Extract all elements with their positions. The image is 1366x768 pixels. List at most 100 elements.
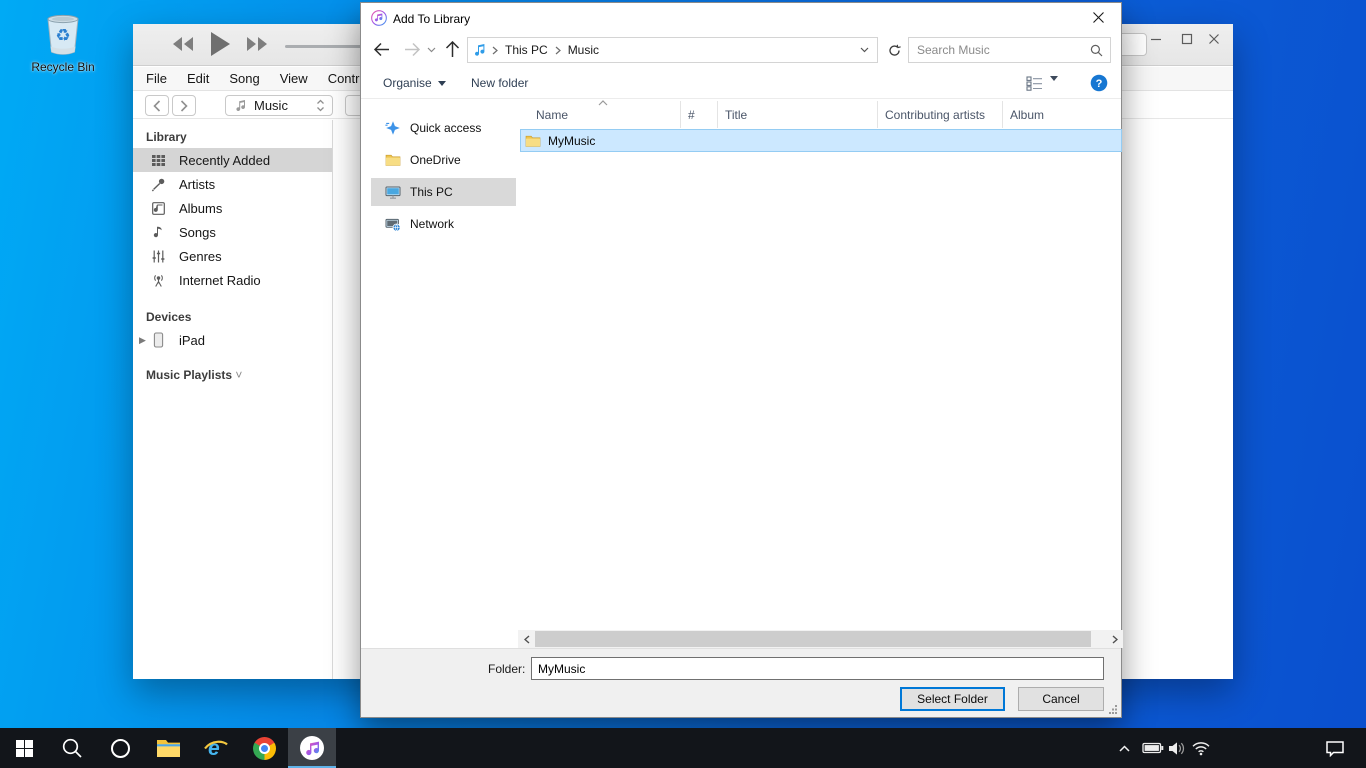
nav-item-label: Quick access [410, 121, 481, 135]
sidebar-item-label: iPad [179, 333, 205, 348]
expander-icon[interactable]: ▶ [139, 335, 146, 346]
forward-button[interactable] [404, 42, 421, 57]
itunes-minimize-button[interactable] [1145, 30, 1167, 48]
column-header-number[interactable]: # [681, 101, 718, 128]
fast-forward-button[interactable] [245, 35, 269, 53]
recycle-bin-desktop-icon[interactable]: ♻ Recycle Bin [24, 10, 102, 74]
start-button[interactable] [0, 728, 48, 768]
itunes-app-icon [371, 10, 387, 26]
search-input[interactable] [915, 39, 1083, 61]
ipad-icon [150, 332, 167, 348]
search-icon[interactable] [1090, 44, 1103, 57]
nav-item-onedrive[interactable]: OneDrive [361, 144, 518, 176]
internet-explorer-button[interactable]: e [192, 728, 240, 768]
album-icon [150, 201, 167, 216]
sidebar-playlists-header[interactable]: Music Playlists ˅ [133, 364, 332, 386]
resize-grip[interactable] [1108, 704, 1118, 714]
address-dropdown-chevron-icon[interactable] [860, 47, 869, 53]
up-button[interactable] [445, 41, 460, 58]
dialog-title-bar[interactable]: Add To Library [361, 3, 1121, 33]
itunes-forward-button[interactable] [172, 95, 196, 116]
star-icon [385, 120, 401, 136]
sort-ascending-icon [598, 100, 608, 106]
search-box [908, 37, 1111, 63]
file-row-mymusic[interactable]: MyMusic [520, 129, 1122, 152]
volume-icon[interactable] [1164, 728, 1190, 768]
sidebar-item-genres[interactable]: Genres [133, 244, 332, 268]
itunes-taskbar-button[interactable] [288, 728, 336, 768]
rewind-button[interactable] [171, 35, 195, 53]
network-icon [385, 217, 401, 232]
sidebar-library-header: Library [133, 126, 332, 148]
menu-edit[interactable]: Edit [187, 71, 209, 86]
dialog-close-button[interactable] [1076, 3, 1121, 32]
media-kind-select[interactable]: Music [225, 95, 333, 116]
battery-icon[interactable] [1140, 728, 1166, 768]
column-header-title[interactable]: Title [718, 101, 878, 128]
scroll-right-arrow[interactable] [1106, 630, 1123, 648]
internet-explorer-icon: e [203, 735, 229, 761]
sidebar-item-albums[interactable]: Albums [133, 196, 332, 220]
nav-item-this-pc[interactable]: This PC [361, 176, 518, 208]
column-header-contributing-artists[interactable]: Contributing artists [878, 101, 1003, 128]
file-name: MyMusic [548, 134, 595, 148]
itunes-maximize-button[interactable] [1176, 30, 1198, 48]
music-note-icon [150, 225, 167, 240]
sidebar-item-label: Genres [179, 249, 222, 264]
tray-chevron-up-icon[interactable] [1110, 728, 1138, 768]
monitor-icon [385, 185, 401, 200]
select-folder-button[interactable]: Select Folder [900, 687, 1005, 711]
sidebar-item-label: Albums [179, 201, 222, 216]
music-note-icon [474, 43, 485, 57]
sidebar-item-recently-added[interactable]: Recently Added [133, 148, 332, 172]
dialog-nav-pane: Quick access OneDrive This PC Network [361, 99, 518, 629]
dialog-address-row: This PC Music [361, 33, 1121, 67]
sidebar-item-songs[interactable]: Songs [133, 220, 332, 244]
nav-item-network[interactable]: Network [361, 208, 518, 240]
refresh-button[interactable] [882, 37, 906, 63]
sidebar-item-internet-radio[interactable]: Internet Radio [133, 268, 332, 292]
itunes-app-icon [300, 736, 324, 760]
nav-item-quick-access[interactable]: Quick access [361, 112, 518, 144]
column-header-album[interactable]: Album [1003, 101, 1123, 128]
dialog-footer: Folder: Select Folder Cancel [361, 648, 1121, 717]
microphone-icon [150, 177, 167, 192]
view-mode-button[interactable] [1026, 76, 1043, 91]
desktop: { "desktop": { "recycle_bin": "Recycle B… [0, 0, 1366, 768]
menu-song[interactable]: Song [229, 71, 259, 86]
cortana-button[interactable] [96, 728, 144, 768]
breadcrumb-music[interactable]: Music [568, 43, 599, 57]
breadcrumb-this-pc[interactable]: This PC [505, 43, 548, 57]
help-button[interactable]: ? [1090, 74, 1108, 92]
sidebar-item-label: Songs [179, 225, 216, 240]
horizontal-scrollbar[interactable] [518, 630, 1123, 648]
scroll-left-arrow[interactable] [518, 630, 535, 648]
itunes-sidebar: Library Recently Added Artists Albums [133, 120, 333, 679]
chrome-icon [253, 737, 276, 760]
folder-icon [385, 153, 401, 167]
play-button[interactable] [209, 31, 231, 57]
recent-locations-chevron-icon[interactable] [427, 47, 436, 53]
grid-icon [150, 153, 167, 168]
sidebar-item-artists[interactable]: Artists [133, 172, 332, 196]
itunes-close-button[interactable] [1203, 30, 1225, 48]
menu-file[interactable]: File [146, 71, 167, 86]
back-button[interactable] [373, 42, 390, 57]
menu-view[interactable]: View [280, 71, 308, 86]
view-mode-dropdown-icon[interactable] [1050, 76, 1058, 81]
taskbar-search-button[interactable] [48, 728, 96, 768]
cancel-button[interactable]: Cancel [1018, 687, 1104, 711]
file-explorer-button[interactable] [144, 728, 192, 768]
scrollbar-thumb[interactable] [535, 631, 1091, 647]
chrome-button[interactable] [240, 728, 288, 768]
wifi-icon[interactable] [1188, 728, 1214, 768]
folder-name-input[interactable] [531, 657, 1104, 680]
organise-menu-button[interactable]: Organise [383, 76, 446, 90]
breadcrumb[interactable]: This PC Music [467, 37, 878, 63]
nav-item-label: This PC [410, 185, 453, 199]
nav-item-label: Network [410, 217, 454, 231]
itunes-back-button[interactable] [145, 95, 169, 116]
sidebar-item-ipad[interactable]: ▶ iPad [133, 328, 332, 352]
action-center-icon[interactable] [1318, 728, 1352, 768]
new-folder-button[interactable]: New folder [471, 76, 528, 90]
